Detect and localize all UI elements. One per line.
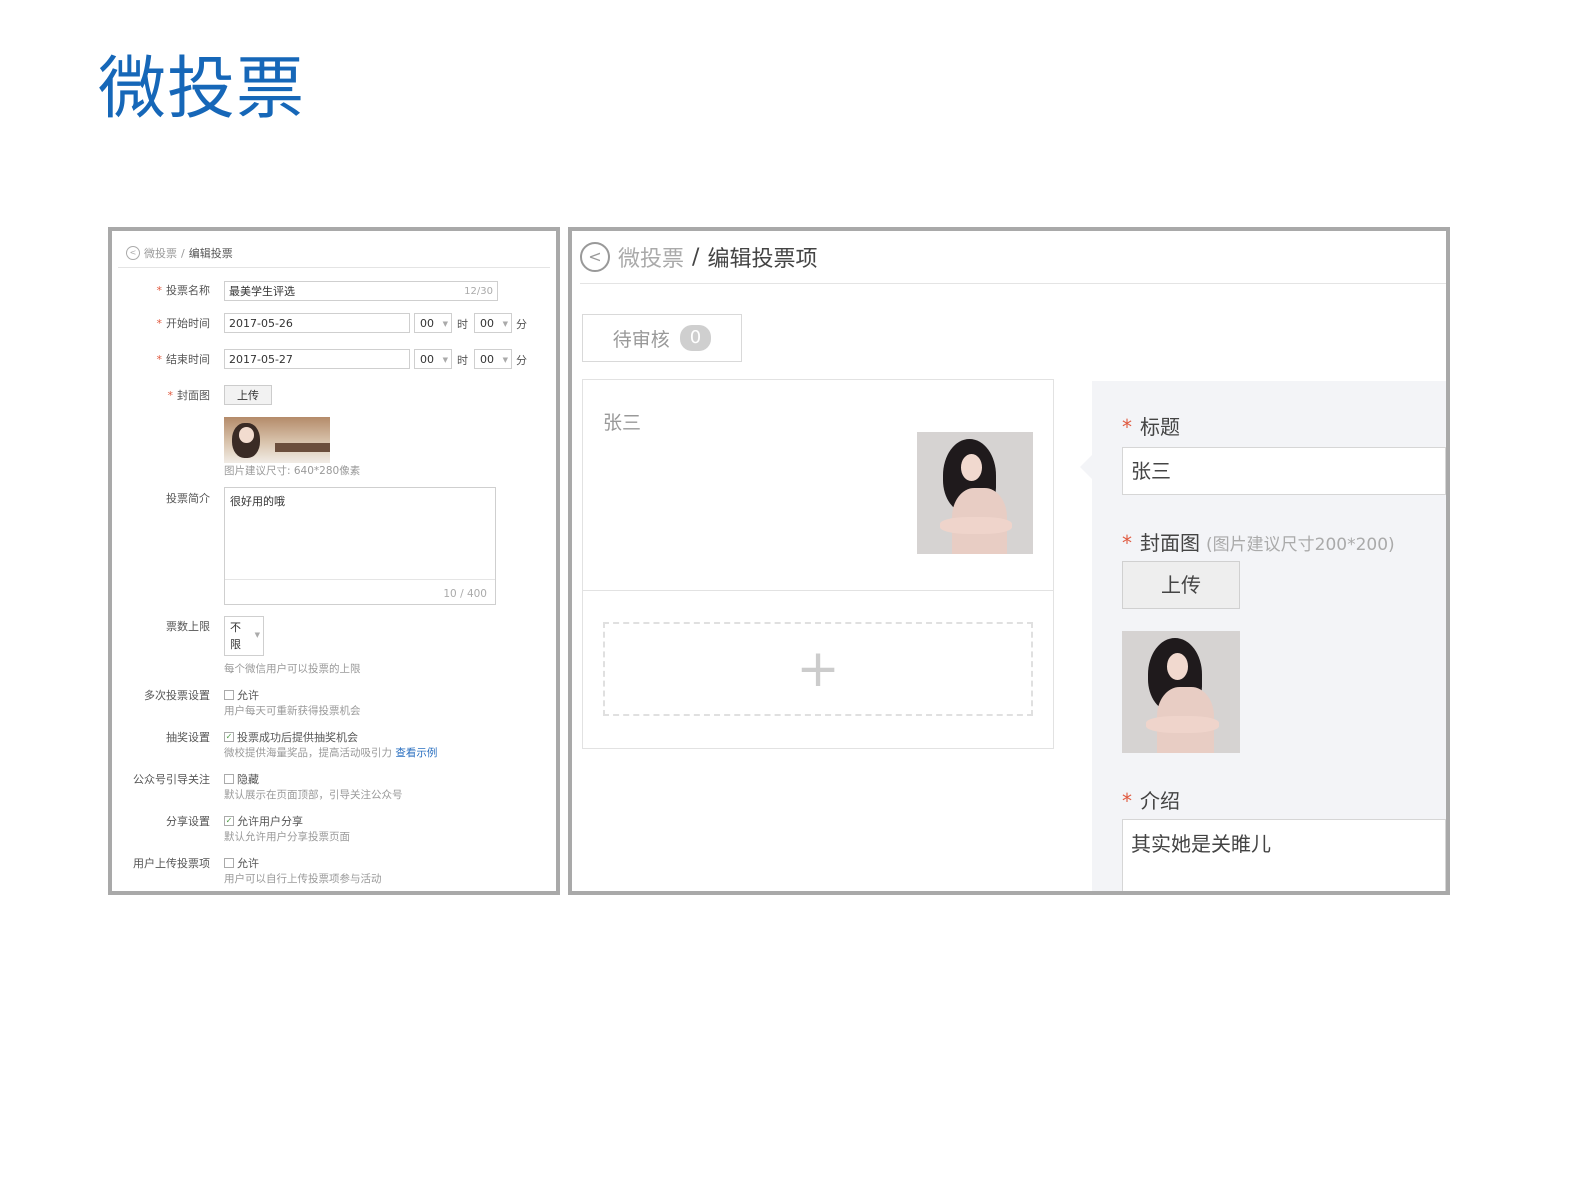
- chevron-left-circle-icon[interactable]: <: [126, 246, 140, 260]
- start-date-input[interactable]: 2017-05-26: [224, 313, 410, 333]
- divider: [583, 590, 1053, 591]
- intro-textarea[interactable]: 其实她是关睢儿: [1122, 819, 1446, 891]
- checkbox-icon: [224, 774, 234, 784]
- caret-down-icon: ▼: [442, 320, 448, 328]
- breadcrumb-parent[interactable]: 微投票: [618, 241, 684, 273]
- breadcrumb-parent[interactable]: 微投票: [144, 245, 177, 261]
- share-label: 分享设置: [166, 815, 210, 828]
- breadcrumb-current: 编辑投票: [188, 247, 233, 260]
- multi-vote-label: 多次投票设置: [144, 689, 210, 702]
- multi-vote-hint: 用户每天可重新获得投票机会: [224, 705, 361, 717]
- start-minute-select[interactable]: 00 ▼: [474, 313, 512, 333]
- user-upload-checkbox[interactable]: 允许: [224, 855, 259, 871]
- minute-unit: 分: [516, 354, 527, 367]
- end-time-label: * 结束时间: [156, 353, 211, 366]
- multi-vote-checkbox[interactable]: 允许: [224, 687, 259, 703]
- breadcrumb: < 微投票 / 编辑投票: [126, 245, 233, 261]
- vote-name-label: * 投票名称: [156, 284, 211, 297]
- minute-unit: 分: [516, 318, 527, 331]
- breadcrumb-separator: /: [692, 244, 700, 270]
- lottery-hint: 微校提供海量奖品，提高活动吸引力 查看示例: [224, 747, 438, 759]
- pending-label: 待审核: [612, 328, 670, 351]
- vote-limit-select[interactable]: 不 限 ▼: [224, 616, 264, 656]
- cover-image: [224, 417, 330, 463]
- cover-preview-image: [1122, 631, 1240, 753]
- caret-down-icon: ▼: [442, 356, 448, 364]
- intro-counter: 10 / 400: [443, 588, 487, 600]
- view-example-link[interactable]: 查看示例: [395, 747, 437, 759]
- caret-down-icon: ▼: [502, 356, 508, 364]
- plus-icon: +: [796, 639, 840, 699]
- vote-item-list: 张三 +: [582, 379, 1054, 749]
- end-hour-select[interactable]: 00 ▼: [414, 349, 452, 369]
- breadcrumb-current: 编辑投票项: [707, 247, 818, 272]
- end-date-input[interactable]: 2017-05-27: [224, 349, 410, 369]
- user-upload-label: 用户上传投票项: [133, 857, 210, 870]
- vote-item-name[interactable]: 张三: [603, 408, 641, 435]
- follow-guide-hint: 默认展示在页面顶部，引导关注公众号: [224, 789, 403, 801]
- vote-limit-label: 票数上限: [166, 620, 210, 633]
- title-input[interactable]: 张三: [1122, 447, 1446, 495]
- vote-name-counter: 12/30: [464, 286, 493, 297]
- follow-guide-checkbox[interactable]: 隐藏: [224, 771, 259, 787]
- follow-guide-label: 公众号引导关注: [133, 773, 210, 786]
- lottery-label: 抽奖设置: [166, 731, 210, 744]
- user-upload-hint: 用户可以自行上传投票项参与活动: [224, 873, 382, 885]
- breadcrumb: < 微投票 / 编辑投票项: [580, 241, 817, 273]
- cover-upload-button[interactable]: 上传: [224, 385, 272, 405]
- edit-vote-panel: < 微投票 / 编辑投票 * 投票名称 最美学生评选 12/30 * 开始时间 20…: [108, 227, 560, 895]
- edit-vote-item-panel: < 微投票 / 编辑投票项 待审核 0 张三 + * 标题 张三 * 封面图 (图片建…: [568, 227, 1450, 895]
- intro-textarea[interactable]: 很好用的哦 10 / 400: [224, 487, 496, 605]
- cover-label: * 封面图 (图片建议尺寸200*200): [1122, 531, 1395, 555]
- intro-value: 很好用的哦: [230, 495, 285, 508]
- cover-size-hint: (图片建议尺寸200*200): [1206, 535, 1395, 555]
- divider: [118, 267, 550, 268]
- page-title: 微投票: [98, 50, 306, 129]
- divider: [580, 283, 1446, 284]
- hour-unit: 时: [457, 318, 468, 331]
- lottery-checkbox[interactable]: ✓ 投票成功后提供抽奖机会: [224, 729, 358, 745]
- checkmark-icon: ✓: [224, 816, 234, 826]
- caret-down-icon: ▼: [502, 320, 508, 328]
- checkbox-icon: [224, 690, 234, 700]
- caret-down-icon: ▼: [254, 631, 260, 639]
- add-item-button[interactable]: +: [603, 622, 1033, 716]
- vote-limit-hint: 每个微信用户可以投票的上限: [224, 663, 361, 675]
- cover-upload-button[interactable]: 上传: [1122, 561, 1240, 609]
- share-checkbox[interactable]: ✓ 允许用户分享: [224, 813, 303, 829]
- vote-name-input[interactable]: 最美学生评选 12/30: [224, 281, 498, 301]
- cover-hint: 图片建议尺寸: 640*280像素: [224, 465, 361, 477]
- item-edit-form: * 标题 张三 * 封面图 (图片建议尺寸200*200) 上传 * 介绍 其实她是关睢…: [1080, 381, 1446, 891]
- vote-item-thumbnail[interactable]: [917, 432, 1033, 554]
- pending-count-badge: 0: [679, 325, 712, 351]
- title-label: * 标题: [1122, 415, 1180, 439]
- cover-label: * 封面图: [167, 389, 211, 402]
- start-hour-select[interactable]: 00 ▼: [414, 313, 452, 333]
- intro-label: * 介绍: [1122, 789, 1180, 813]
- tab-pending-review[interactable]: 待审核 0: [582, 314, 742, 362]
- chevron-left-circle-icon[interactable]: <: [580, 242, 610, 272]
- hour-unit: 时: [457, 354, 468, 367]
- vote-name-value: 最美学生评选: [229, 285, 295, 298]
- checkmark-icon: ✓: [224, 732, 234, 742]
- end-minute-select[interactable]: 00 ▼: [474, 349, 512, 369]
- intro-label: 投票简介: [166, 492, 210, 505]
- start-time-label: * 开始时间: [156, 317, 211, 330]
- checkbox-icon: [224, 858, 234, 868]
- breadcrumb-separator: /: [181, 246, 185, 260]
- share-hint: 默认允许用户分享投票页面: [224, 831, 350, 843]
